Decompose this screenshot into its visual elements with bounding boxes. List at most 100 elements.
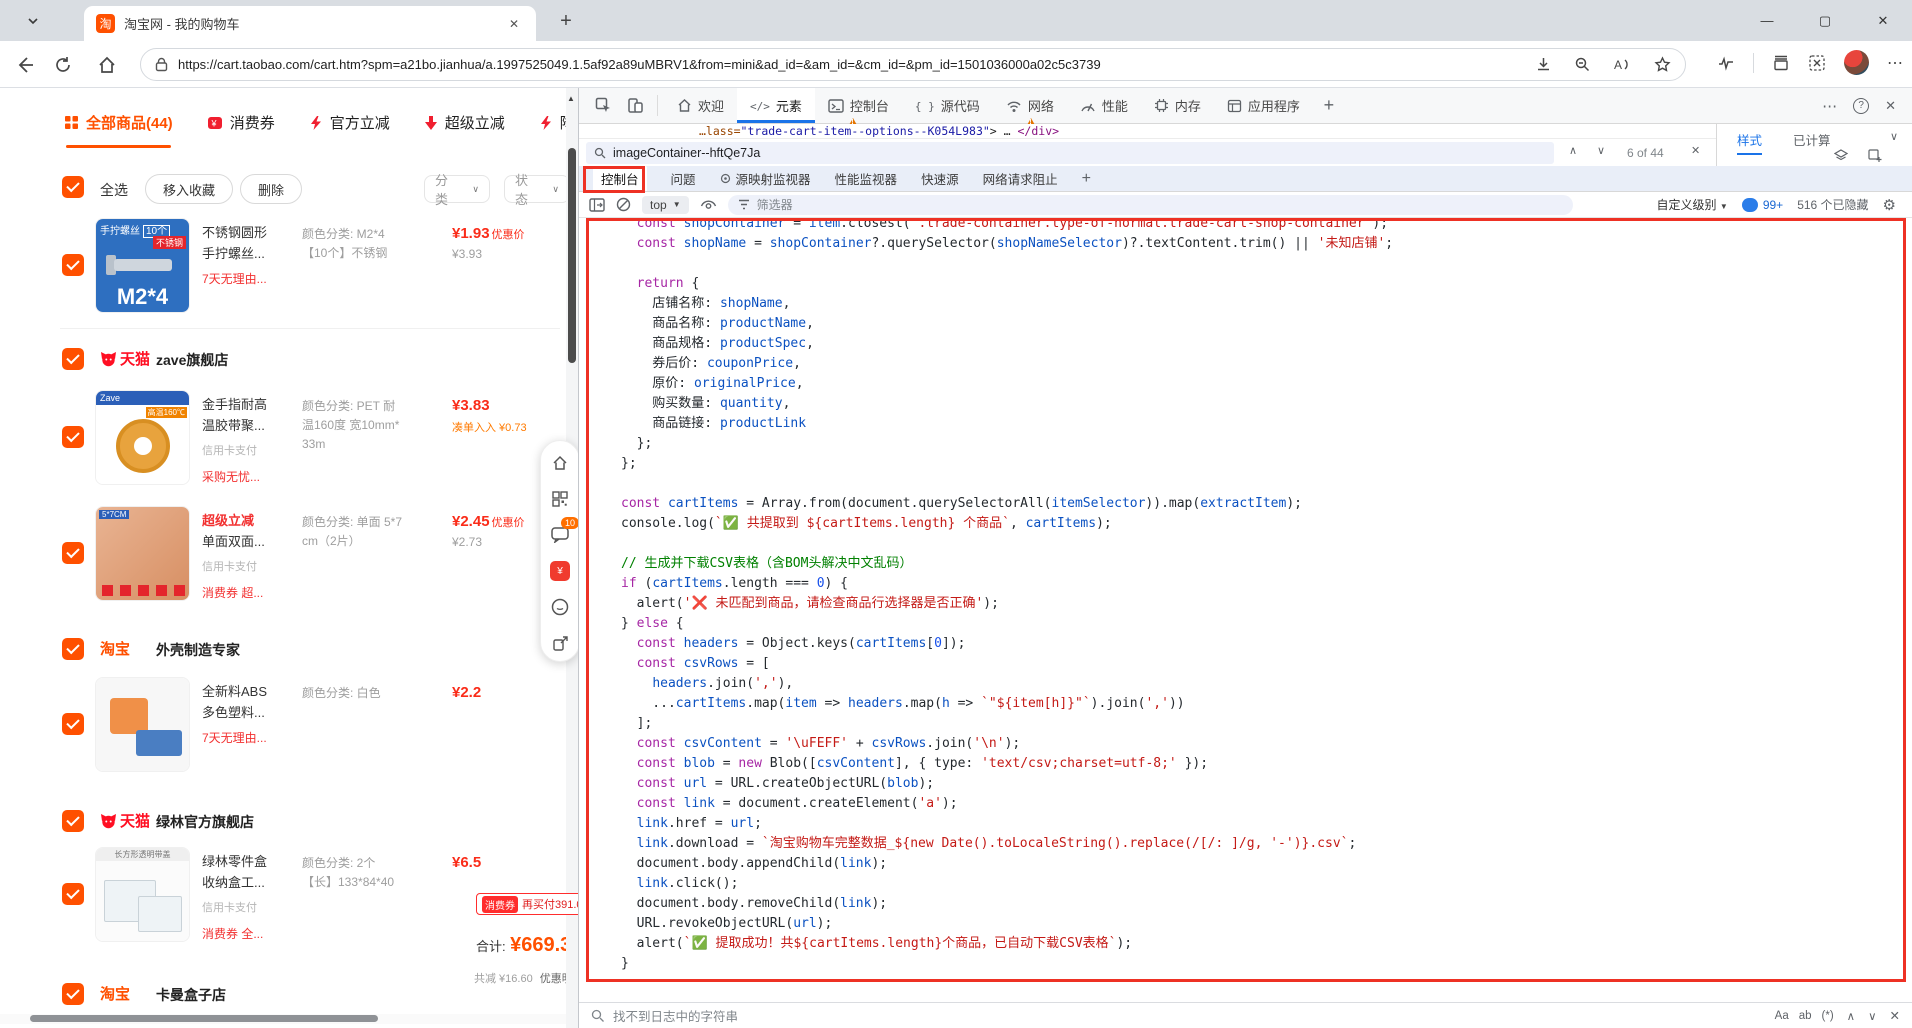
live-expression-icon[interactable]	[700, 198, 717, 211]
console-filter-input[interactable]: 筛选器	[728, 195, 1573, 215]
cart-tab-2[interactable]: 官方立减	[309, 112, 390, 148]
context-selector[interactable]: top ▼	[642, 196, 689, 214]
item-title[interactable]: 手拧螺丝...	[202, 243, 302, 264]
back-icon[interactable]	[14, 54, 36, 76]
drawer-tab-2[interactable]: 源映射监视器	[720, 169, 811, 188]
favorite-star-icon[interactable]	[1654, 56, 1671, 73]
devtools-help-icon[interactable]: ?	[1853, 98, 1869, 114]
product-image[interactable]: Zave高温160℃	[96, 391, 189, 484]
shop-name[interactable]: 卡曼盒子店	[156, 985, 226, 1005]
item-checkbox[interactable]	[62, 542, 84, 564]
horizontal-scrollbar[interactable]	[0, 1014, 566, 1024]
item-title[interactable]: 金手指耐高	[202, 394, 302, 415]
item-checkbox[interactable]	[62, 713, 84, 735]
item-checkbox[interactable]	[62, 883, 84, 905]
tab-styles[interactable]: 样式	[1737, 130, 1762, 155]
devtools-tab-6[interactable]: 内存	[1141, 88, 1214, 123]
item-title[interactable]: 全新料ABS	[202, 681, 302, 702]
chevron-down-icon[interactable]: ∨	[1890, 130, 1898, 143]
item-title[interactable]: 多色塑料...	[202, 702, 302, 723]
clear-console-icon[interactable]	[616, 197, 631, 212]
product-image[interactable]: 5*7CM	[96, 507, 189, 600]
refresh-icon[interactable]	[52, 54, 74, 76]
share-icon[interactable]	[541, 625, 578, 661]
search-close-icon[interactable]: ✕	[1890, 1008, 1900, 1023]
find-previous-icon[interactable]: ∧	[1569, 144, 1577, 157]
drawer-tab-0[interactable]: 控制台	[593, 166, 647, 191]
devtools-tab-0[interactable]: 欢迎	[664, 88, 737, 123]
messages-badge[interactable]: 99+	[1742, 198, 1783, 212]
search-previous-icon[interactable]: ∧	[1847, 1009, 1855, 1023]
cart-tab-1[interactable]: ¥消费券	[207, 112, 275, 148]
address-bar[interactable]: https://cart.taobao.com/cart.htm?spm=a21…	[140, 48, 1686, 81]
feedback-icon[interactable]	[541, 589, 578, 625]
item-title[interactable]: 温胶带聚...	[202, 415, 302, 436]
item-checkbox[interactable]	[62, 254, 84, 276]
drawer-tab-5[interactable]: 网络请求阻止	[983, 169, 1058, 188]
devtools-tab-4[interactable]: 网络	[993, 88, 1067, 123]
devtools-tab-7[interactable]: 应用程序	[1214, 88, 1313, 123]
back-to-top-icon[interactable]	[541, 445, 578, 481]
product-image[interactable]	[96, 678, 189, 771]
shop-name[interactable]: 外壳制造专家	[156, 640, 240, 660]
item-title[interactable]: 单面双面...	[202, 531, 302, 552]
product-image[interactable]: 手拧螺丝10个不锈钢M2*4	[96, 219, 189, 312]
cart-tab-3[interactable]: 超级立减	[424, 112, 505, 148]
cart-tab-0[interactable]: 全部商品(44)	[64, 112, 173, 148]
new-tab-button[interactable]: +	[552, 8, 580, 34]
home-icon[interactable]	[96, 54, 118, 76]
more-options-icon[interactable]: ⋯	[1887, 53, 1904, 73]
status-filter-select[interactable]: 状态∨	[504, 175, 570, 203]
scroll-up-icon[interactable]: ▲	[567, 94, 575, 103]
cascade-layers-icon[interactable]	[1834, 149, 1848, 163]
devtools-tab-2[interactable]: 控制台	[815, 88, 902, 123]
regex-button[interactable]: (*)	[1822, 1010, 1834, 1022]
item-title[interactable]: 绿林零件盒	[202, 851, 302, 872]
drawer-tab-4[interactable]: 快速源	[921, 169, 959, 188]
avatar[interactable]	[1844, 50, 1869, 75]
item-checkbox[interactable]	[62, 426, 84, 448]
horizontal-scrollbar-thumb[interactable]	[30, 1015, 378, 1022]
browser-essentials-icon[interactable]	[1717, 54, 1735, 72]
match-case-button[interactable]: Aa	[1775, 1010, 1789, 1022]
devtools-close-icon[interactable]: ✕	[1885, 98, 1896, 114]
shop-checkbox[interactable]	[62, 348, 84, 370]
devtools-tab-1[interactable]: </>元素	[737, 88, 815, 123]
console-search-bar[interactable]: 找不到日志中的字符串 Aaab(*) ∧ ∨ ✕	[579, 1002, 1912, 1028]
shop-name[interactable]: zave旗舰店	[156, 350, 228, 370]
find-close-icon[interactable]: ✕	[1691, 144, 1700, 157]
tab-search-button[interactable]	[16, 8, 50, 34]
move-to-favorites-button[interactable]: 移入收藏	[145, 174, 233, 204]
whole-word-button[interactable]: ab	[1799, 1010, 1812, 1022]
shop-checkbox[interactable]	[62, 638, 84, 660]
console-settings-gear-icon[interactable]: ⚙	[1883, 196, 1896, 214]
item-title[interactable]: 收纳盒工...	[202, 872, 302, 893]
drawer-tab-3[interactable]: 性能监视器	[835, 169, 898, 188]
read-aloud-icon[interactable]: A	[1613, 56, 1632, 73]
new-style-rule-icon[interactable]	[1868, 149, 1882, 163]
collections-icon[interactable]	[1772, 54, 1790, 72]
new-drawer-tab-icon[interactable]: +	[1082, 170, 1091, 188]
close-icon[interactable]: ✕	[1854, 0, 1912, 41]
qrcode-icon[interactable]	[541, 481, 578, 517]
download-icon[interactable]	[1535, 56, 1552, 73]
item-title[interactable]: 不锈钢圆形	[202, 222, 302, 243]
inspect-element-icon[interactable]	[587, 88, 619, 123]
tab-close-icon[interactable]: ✕	[504, 15, 524, 33]
product-image[interactable]: 长方形透明带盖	[96, 848, 189, 941]
new-panel-icon[interactable]: +	[1313, 88, 1345, 123]
search-next-icon[interactable]: ∨	[1868, 1009, 1876, 1023]
tab-computed[interactable]: 已计算	[1793, 130, 1831, 149]
device-toolbar-icon[interactable]	[619, 88, 651, 123]
console-sidebar-icon[interactable]	[589, 198, 605, 212]
shop-name[interactable]: 绿林官方旗舰店	[156, 812, 254, 832]
vertical-scrollbar-thumb[interactable]	[568, 148, 576, 363]
shop-checkbox[interactable]	[62, 983, 84, 1005]
devtools-more-icon[interactable]: ⋯	[1822, 97, 1837, 115]
drawer-tab-1[interactable]: 问题	[671, 169, 696, 188]
category-filter-select[interactable]: 分类∨	[424, 175, 490, 203]
coupon-red-icon[interactable]: ¥	[541, 553, 578, 589]
delete-button[interactable]: 删除	[240, 174, 302, 204]
messages-icon[interactable]: 10	[541, 517, 578, 553]
extension-icon[interactable]	[1808, 54, 1826, 72]
